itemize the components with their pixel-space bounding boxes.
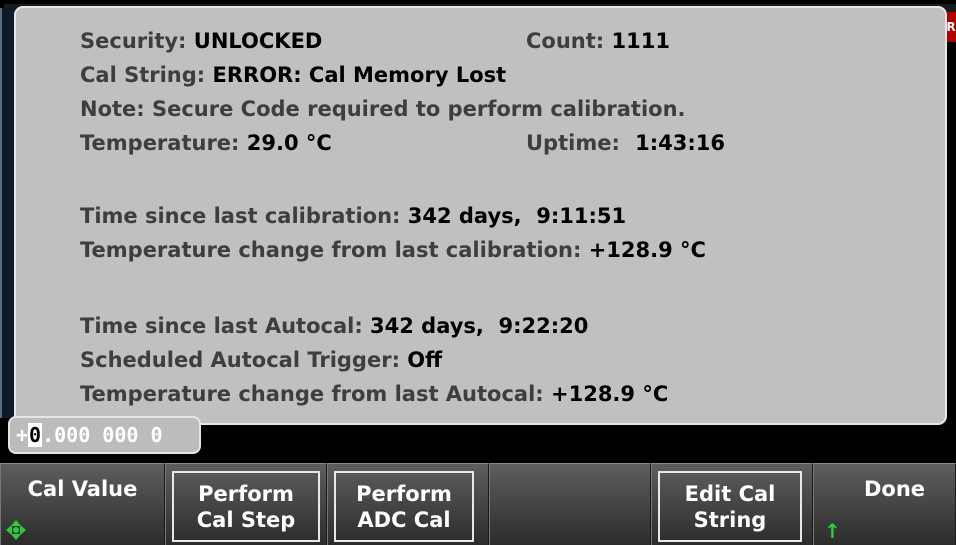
temp-change-cal-row: Temperature change from last calibration… [80, 237, 706, 263]
security-value: UNLOCKED [193, 29, 323, 53]
cal-value-label: Cal Value [27, 477, 138, 501]
time-since-cal-label: Time since last calibration: [80, 204, 401, 228]
note-row: Note: Secure Code required to perform ca… [80, 96, 686, 122]
perform-adc-cal-softkey[interactable]: Perform ADC Cal [327, 463, 489, 545]
up-arrow-icon: ↑ [824, 519, 841, 543]
time-since-cal-row: Time since last calibration: 342 days, 9… [80, 203, 626, 229]
perform-adc-cal-frame: Perform ADC Cal [334, 471, 474, 542]
perform-cal-step-label: Perform Cal Step [197, 481, 296, 533]
temp-change-autocal-label: Temperature change from last Autocal: [80, 382, 544, 406]
calibration-info-dialog: Security: UNLOCKED Count: 1111 Cal Strin… [14, 6, 947, 425]
cal-value-softkey[interactable]: Cal Value [0, 463, 165, 545]
time-since-autocal-row: Time since last Autocal: 342 days, 9:22:… [80, 313, 588, 339]
temperature-label: Temperature: [80, 131, 240, 155]
uptime-row: Uptime: 1:43:16 [526, 130, 725, 156]
count-label: Count: [526, 29, 605, 53]
count-value: 1111 [611, 29, 670, 53]
edit-cal-string-line1: Edit Cal [684, 481, 776, 506]
temperature-row: Temperature: 29.0 °C [80, 130, 332, 156]
background-red-indicator: R [946, 12, 956, 42]
temperature-value: 29.0 °C [246, 131, 332, 155]
instrument-screen: R Security: UNLOCKED Count: 1111 Cal Str… [0, 0, 956, 545]
edit-cal-string-label: Edit Cal String [685, 481, 776, 533]
softkey-bar: Cal Value Perform Cal Step Perform ADC C… [0, 463, 956, 545]
perform-adc-cal-line2: ADC Cal [357, 507, 451, 532]
done-label: Done [863, 477, 926, 501]
perform-adc-cal-label: Perform ADC Cal [356, 481, 452, 533]
security-label: Security: [80, 29, 187, 53]
edit-cal-string-line2: String [693, 507, 767, 532]
security-row: Security: UNLOCKED [80, 28, 322, 54]
cal-string-value: ERROR: Cal Memory Lost [212, 63, 507, 87]
temp-change-autocal-value: +128.9 °C [551, 382, 669, 406]
time-since-autocal-value: 342 days, 9:22:20 [370, 314, 589, 338]
perform-cal-step-line1: Perform [198, 481, 294, 506]
edit-cal-string-frame: Edit Cal String [658, 471, 802, 542]
entry-digits: .000 000 0 [42, 423, 163, 447]
scheduled-autocal-row: Scheduled Autocal Trigger: Off [80, 347, 442, 373]
entry-sign: + [16, 423, 29, 447]
entry-cursor-digit[interactable]: 0 [28, 423, 43, 447]
perform-adc-cal-line1: Perform [356, 481, 452, 506]
empty-softkey[interactable] [489, 463, 651, 545]
temp-change-cal-value: +128.9 °C [588, 238, 706, 262]
temp-change-autocal-row: Temperature change from last Autocal: +1… [80, 381, 668, 407]
done-softkey[interactable]: Done ↑ [813, 463, 956, 545]
uptime-label: Uptime: [526, 131, 620, 155]
scheduled-autocal-label: Scheduled Autocal Trigger: [80, 348, 400, 372]
note-text: Note: Secure Code required to perform ca… [80, 97, 686, 121]
cal-string-label: Cal String: [80, 63, 206, 87]
count-row: Count: 1111 [526, 28, 670, 54]
uptime-value: 1:43:16 [635, 131, 726, 155]
cal-value-entry-field[interactable]: +0.000 000 0 [8, 416, 201, 454]
time-since-autocal-label: Time since last Autocal: [80, 314, 363, 338]
diamond-arrows-icon [6, 520, 26, 540]
cal-string-row: Cal String: ERROR: Cal Memory Lost [80, 62, 506, 88]
edit-cal-string-softkey[interactable]: Edit Cal String [651, 463, 813, 545]
scheduled-autocal-value: Off [407, 348, 443, 372]
perform-cal-step-softkey[interactable]: Perform Cal Step [165, 463, 327, 545]
perform-cal-step-frame: Perform Cal Step [172, 471, 320, 542]
perform-cal-step-line2: Cal Step [196, 507, 296, 532]
time-since-cal-value: 342 days, 9:11:51 [407, 204, 627, 228]
temp-change-cal-label: Temperature change from last calibration… [80, 238, 582, 262]
